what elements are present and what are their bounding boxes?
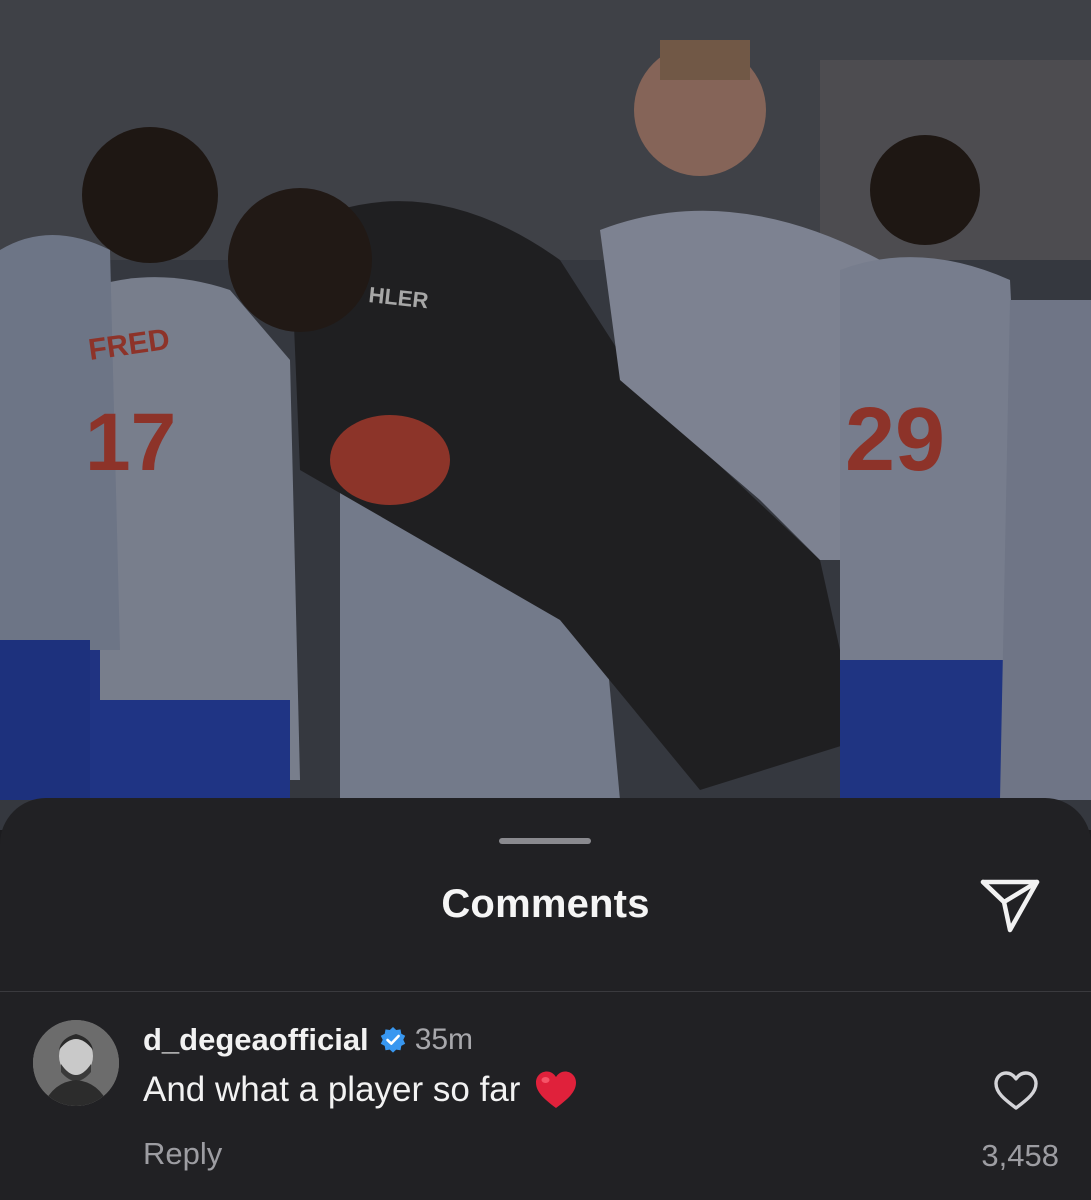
like-count: 3,458 xyxy=(981,1138,1059,1173)
comment-item: d_degeaofficial 35m And what a player so… xyxy=(0,1014,1091,1200)
comment-text: And what a player so far xyxy=(143,1070,521,1109)
sheet-divider xyxy=(0,991,1091,992)
comments-sheet: Comments d_degeaofficial 35m And what a … xyxy=(0,798,1091,1200)
like-button[interactable] xyxy=(993,1070,1039,1112)
instagram-post-screen: 17 FRED 29 HLER Comments d_degeaofficial… xyxy=(0,0,1091,1200)
paper-plane-icon xyxy=(980,879,1040,933)
red-heart-emoji-icon xyxy=(536,1071,577,1108)
sheet-drag-handle[interactable] xyxy=(499,838,591,844)
comment-timestamp: 35m xyxy=(414,1023,474,1056)
sheet-title: Comments xyxy=(441,882,650,926)
avatar[interactable] xyxy=(33,1020,119,1106)
reply-button[interactable]: Reply xyxy=(143,1136,222,1172)
comment-body: And what a player so far xyxy=(143,1070,578,1110)
photo-dim-overlay xyxy=(0,0,1091,830)
share-button[interactable] xyxy=(979,876,1041,934)
post-photo: 17 FRED 29 HLER xyxy=(0,0,1091,830)
avatar-photo xyxy=(33,1020,119,1106)
heart-outline-icon xyxy=(994,1071,1038,1110)
verified-badge-icon xyxy=(380,1027,405,1053)
comment-header: d_degeaofficial 35m xyxy=(143,1022,473,1058)
comment-username[interactable]: d_degeaofficial xyxy=(143,1022,369,1058)
